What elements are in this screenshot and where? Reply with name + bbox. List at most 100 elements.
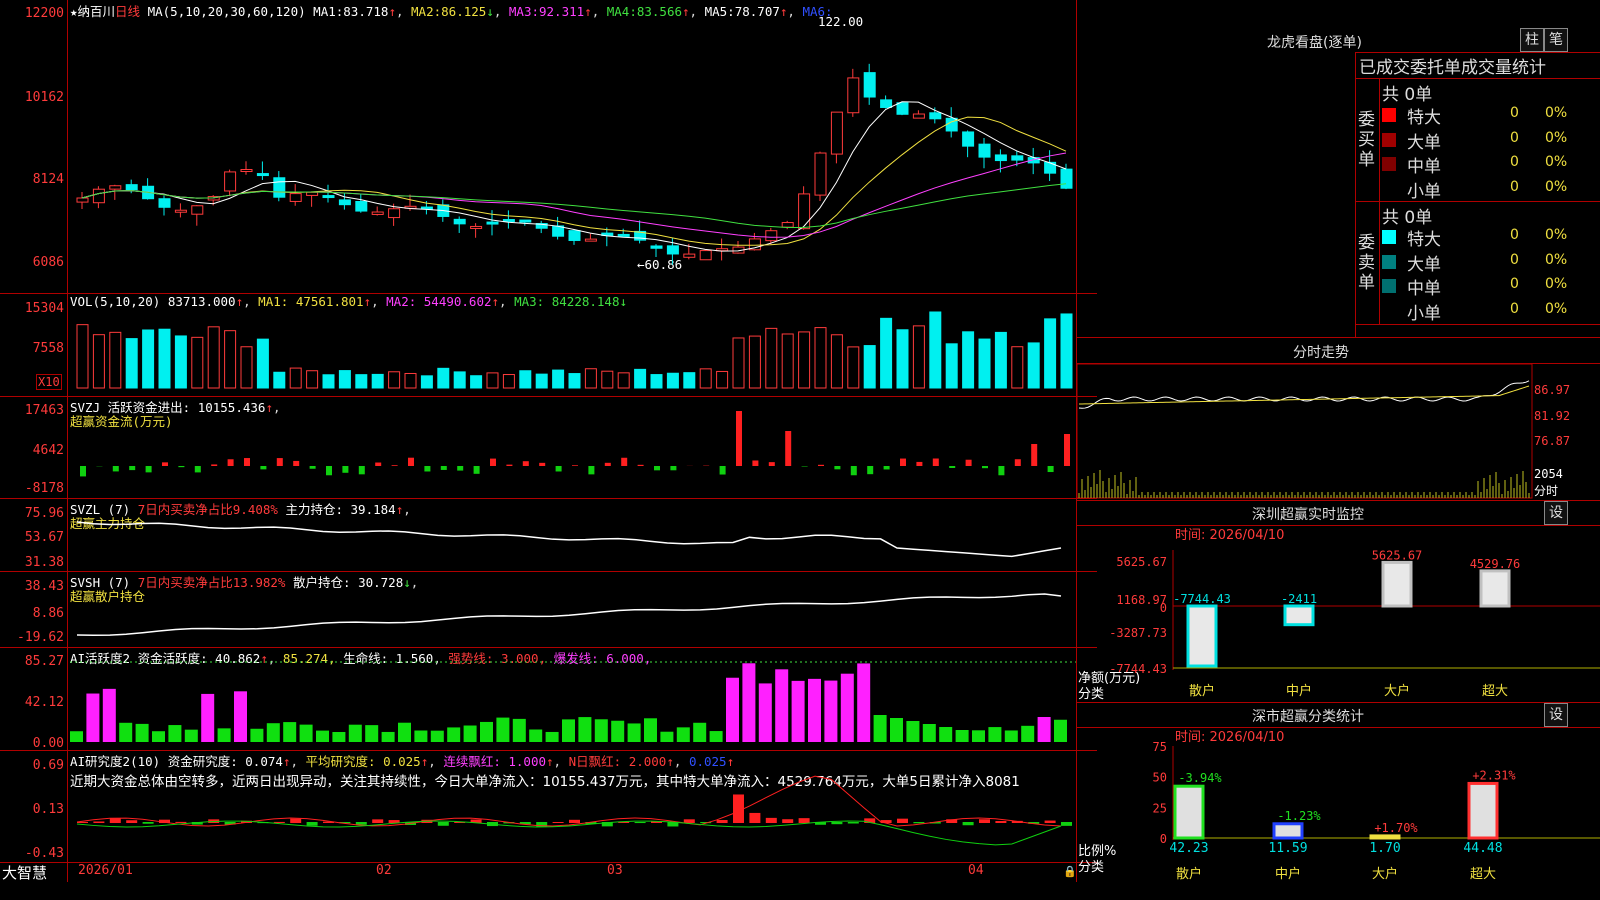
flow-bar	[506, 464, 513, 466]
sell-row-swatch	[1382, 230, 1396, 244]
flow-bar	[227, 459, 234, 466]
volume-bar	[207, 326, 220, 389]
class-title: 深市超赢分类统计	[1252, 709, 1364, 725]
candle	[847, 77, 860, 114]
activity-bar	[857, 663, 871, 742]
class-y-label: 25	[1153, 801, 1167, 815]
sell-row-pct: 0%	[1545, 276, 1568, 292]
volume-bar	[273, 371, 286, 389]
candle	[994, 154, 1007, 162]
research-bar	[306, 822, 318, 826]
monitor-y-label: 0	[1160, 601, 1167, 615]
activity-bar	[430, 730, 444, 742]
activity-bar	[299, 724, 313, 742]
volume-bar	[601, 370, 614, 389]
class-y-label: 75	[1153, 740, 1167, 754]
activity-bar	[316, 730, 329, 742]
candle	[929, 112, 942, 120]
flow-bar	[194, 466, 201, 473]
volume-bar	[994, 331, 1007, 389]
class-cat-label: 大户	[1372, 866, 1398, 882]
flow-bar	[588, 466, 595, 475]
tick-view-button[interactable]: 笔	[1544, 28, 1568, 52]
left-chart-area[interactable]: ★纳百川日线 MA(5,10,20,30,60,120) MA1:83.718↑…	[0, 0, 1097, 882]
flow-bar	[358, 466, 365, 475]
research-bar	[290, 818, 302, 823]
activity-bar	[365, 725, 379, 742]
candle	[224, 171, 237, 192]
buy-row-value: 0	[1510, 154, 1519, 170]
flow-bar	[326, 466, 332, 476]
volume-bar	[240, 346, 253, 389]
research-bar	[847, 822, 859, 824]
class-bar	[1369, 834, 1401, 840]
buy-group-label: 委买单	[1358, 110, 1375, 170]
flow-bar	[457, 466, 464, 471]
activity-bar	[135, 723, 149, 742]
sell-group-label: 委卖单	[1358, 233, 1375, 293]
volume-bar	[732, 337, 745, 389]
volume-bar	[699, 368, 712, 389]
flow-bar	[768, 462, 775, 466]
bar-view-button[interactable]: 柱	[1520, 28, 1544, 52]
class-value-label: 42.23	[1169, 841, 1208, 856]
activity-bar	[545, 731, 559, 742]
buy-row-value: 0	[1510, 105, 1519, 121]
flow-bar	[883, 466, 890, 470]
volume-bar	[453, 371, 466, 389]
activity-bar	[348, 724, 362, 742]
activity-bar	[988, 727, 1002, 742]
kline-chart[interactable]	[0, 0, 1077, 882]
monitor-settings-button[interactable]: 设	[1544, 501, 1568, 525]
flow-bar	[719, 466, 726, 475]
activity-bar	[283, 722, 297, 742]
volume-bar	[552, 369, 565, 389]
candle	[1011, 155, 1024, 161]
sell-row-pct: 0%	[1545, 251, 1568, 268]
activity-bar	[332, 731, 346, 742]
volume-bar	[584, 368, 597, 389]
activity-bar	[168, 725, 182, 742]
research-bar	[1044, 820, 1056, 823]
research-bar	[782, 819, 794, 823]
activity-bar	[726, 677, 739, 742]
volume-bar	[945, 343, 958, 389]
intraday-chart[interactable]	[1077, 364, 1600, 500]
activity-bar	[70, 731, 83, 742]
class-chart: 75 50 25 0 -3.94% 42.23 散户 -1.23% 11.59 中户 +1.70% 1…	[1153, 740, 1600, 882]
top-panel-title: 龙虎看盘(逐单)	[1267, 35, 1362, 51]
candle	[781, 222, 794, 228]
price-line	[1078, 380, 1530, 409]
monitor-title: 深圳超赢实时监控	[1252, 507, 1364, 523]
volume-bar	[535, 373, 548, 389]
volume-bar	[306, 370, 319, 389]
activity-bar	[873, 715, 887, 742]
flow-bar	[293, 460, 300, 466]
monitor-cat-label: 散户	[1189, 683, 1215, 699]
research-bar	[716, 819, 728, 823]
volume-bar	[355, 374, 368, 389]
flow-bar	[162, 462, 168, 466]
class-change-label: +1.70%	[1374, 821, 1418, 835]
research-bar	[897, 818, 908, 823]
candle	[912, 113, 925, 119]
candle	[502, 219, 515, 223]
class-settings-button[interactable]: 设	[1544, 703, 1568, 727]
volume-bar	[650, 374, 663, 389]
flow-bar	[1014, 459, 1021, 466]
buy-row-label: 小单	[1407, 181, 1441, 202]
intraday-unit: 分时	[1534, 484, 1559, 498]
candle	[765, 230, 778, 242]
candle	[273, 177, 286, 198]
activity-bar	[102, 688, 116, 742]
volume-bar	[437, 367, 450, 389]
volume-bar	[404, 372, 417, 389]
monitor-bar	[1283, 604, 1315, 627]
candle	[174, 209, 187, 213]
activity-bar	[594, 719, 608, 742]
candle	[978, 143, 991, 158]
candle	[306, 191, 319, 196]
flow-bar	[408, 457, 414, 466]
intraday-y-label: 86.97	[1534, 383, 1571, 397]
class-bar	[1467, 781, 1499, 840]
